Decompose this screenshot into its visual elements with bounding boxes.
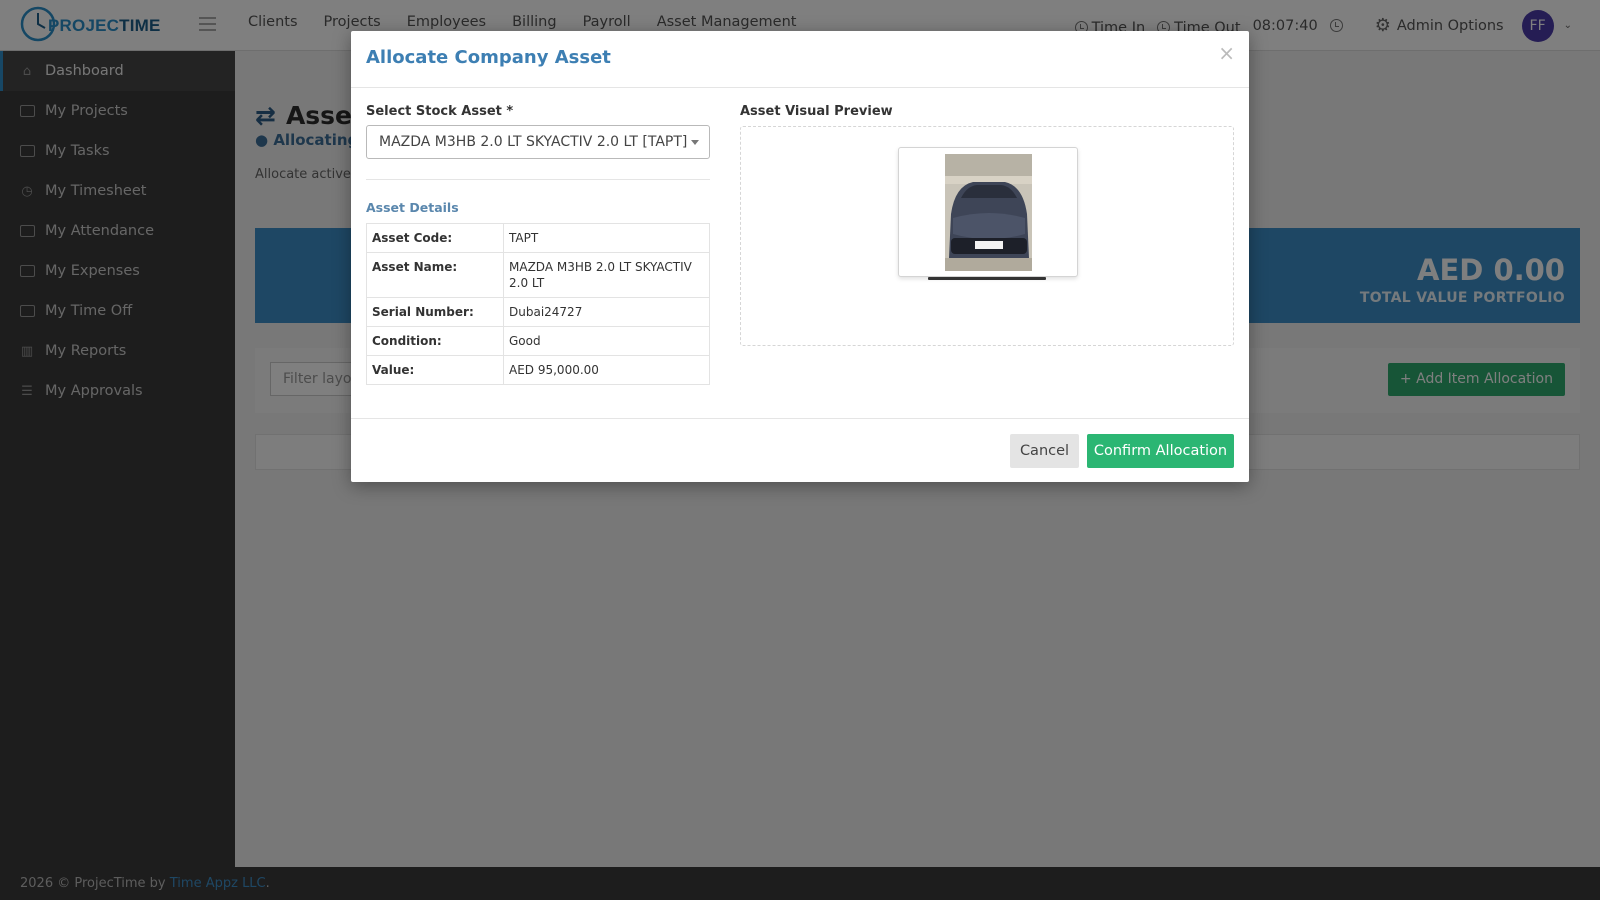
car-photo-image [945, 154, 1032, 271]
asset-thumbnail[interactable] [898, 147, 1078, 277]
chevron-down-icon [691, 140, 699, 145]
asset-details-table: Asset Code: TAPT Asset Name: MAZDA M3HB 2.… [366, 223, 710, 385]
asset-preview-area [740, 126, 1234, 346]
allocate-asset-modal: Allocate Company Asset × Select Stock As… [351, 31, 1249, 482]
select-asset-label: Select Stock Asset * [366, 104, 514, 119]
table-row: Asset Code: TAPT [366, 223, 710, 253]
stock-asset-select[interactable]: MAZDA M3HB 2.0 LT SKYACTIV 2.0 LT [TAPT] [366, 125, 710, 159]
selected-asset-value: MAZDA M3HB 2.0 LT SKYACTIV 2.0 LT [TAPT] [379, 134, 688, 150]
asset-preview-label: Asset Visual Preview [740, 104, 893, 119]
modal-body: Select Stock Asset * MAZDA M3HB 2.0 LT S… [351, 88, 1249, 418]
table-row: Value: AED 95,000.00 [366, 355, 710, 385]
cancel-button[interactable]: Cancel [1010, 434, 1079, 468]
table-row: Asset Name: MAZDA M3HB 2.0 LT SKYACTIV 2.… [366, 252, 710, 298]
divider [366, 179, 710, 180]
modal-header: Allocate Company Asset × [351, 31, 1249, 88]
asset-details-title: Asset Details [366, 200, 459, 215]
table-row: Serial Number: Dubai24727 [366, 297, 710, 327]
confirm-allocation-button[interactable]: Confirm Allocation [1087, 434, 1234, 468]
modal-footer: Cancel Confirm Allocation [351, 418, 1249, 482]
table-row: Condition: Good [366, 326, 710, 356]
thumbnail-shadow [928, 277, 1046, 280]
close-icon[interactable]: × [1218, 41, 1235, 65]
modal-title: Allocate Company Asset [366, 47, 611, 68]
